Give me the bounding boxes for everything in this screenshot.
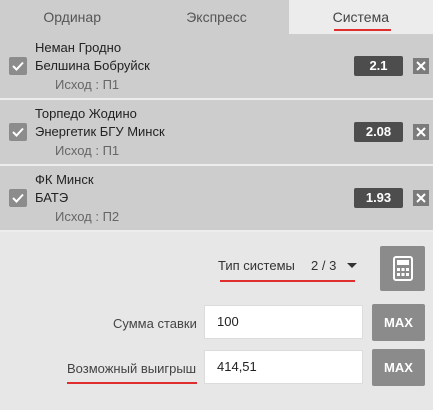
system-type-label[interactable]: Тип системы: [218, 258, 295, 273]
bet-away-team: БАТЭ: [35, 190, 69, 205]
stake-input[interactable]: 100: [204, 305, 363, 339]
bet-outcome: Исход : П2: [55, 209, 120, 224]
stake-label: Сумма ставки: [113, 316, 197, 331]
bet-away-team: Белшина Бобруйск: [35, 58, 150, 73]
bet-odd: 1.93: [354, 188, 403, 208]
bet-item: ФК Минск БАТЭ Исход : П2 1.93: [0, 166, 433, 232]
close-icon: [416, 193, 426, 203]
calculator-button[interactable]: [380, 246, 425, 291]
active-tab-underline: [333, 29, 391, 31]
win-max-button[interactable]: MAX: [372, 349, 425, 386]
tab-express[interactable]: Экспресс: [144, 0, 288, 34]
checkmark-icon: [12, 193, 24, 203]
remove-bet-button[interactable]: [413, 58, 429, 74]
bet-outcome: Исход : П1: [55, 143, 120, 158]
bet-home-team: Неман Гродно: [35, 40, 122, 55]
bet-checkbox[interactable]: [9, 57, 27, 75]
possible-win-underline: [67, 382, 197, 384]
system-type-underline: [220, 280, 355, 282]
stake-max-button[interactable]: MAX: [372, 304, 425, 341]
tab-express-label: Экспресс: [186, 9, 247, 25]
remove-bet-button[interactable]: [413, 190, 429, 206]
checkmark-icon: [12, 61, 24, 71]
bet-type-tabs: Ординар Экспресс Система: [0, 0, 433, 34]
bet-home-team: Торпедо Жодино: [35, 106, 137, 121]
bet-checkbox[interactable]: [9, 189, 27, 207]
checkmark-icon: [12, 127, 24, 137]
caret-down-icon[interactable]: [346, 262, 358, 270]
bet-item: Торпедо Жодино Энергетик БГУ Минск Исход…: [0, 100, 433, 166]
remove-bet-button[interactable]: [413, 124, 429, 140]
system-type-row: Тип системы 2 / 3: [0, 228, 433, 298]
tab-single[interactable]: Ординар: [0, 0, 144, 34]
tab-single-label: Ординар: [43, 9, 101, 25]
tab-system[interactable]: Система: [288, 0, 433, 34]
calculator-icon: [392, 256, 413, 281]
system-type-value[interactable]: 2 / 3: [311, 258, 336, 273]
bet-home-team: ФК Минск: [35, 172, 94, 187]
close-icon: [416, 61, 426, 71]
bet-item: Неман Гродно Белшина Бобруйск Исход : П1…: [0, 34, 433, 100]
bet-outcome: Исход : П1: [55, 77, 120, 92]
bet-away-team: Энергетик БГУ Минск: [35, 124, 165, 139]
bet-odd: 2.1: [354, 56, 403, 76]
close-icon: [416, 127, 426, 137]
bet-odd: 2.08: [354, 122, 403, 142]
bet-checkbox[interactable]: [9, 123, 27, 141]
possible-win-label: Возможный выигрыш: [67, 361, 197, 376]
tab-system-label: Система: [332, 9, 390, 25]
possible-win-field[interactable]: 414,51: [204, 350, 363, 384]
bet-slip-list: Неман Гродно Белшина Бобруйск Исход : П1…: [0, 34, 433, 232]
